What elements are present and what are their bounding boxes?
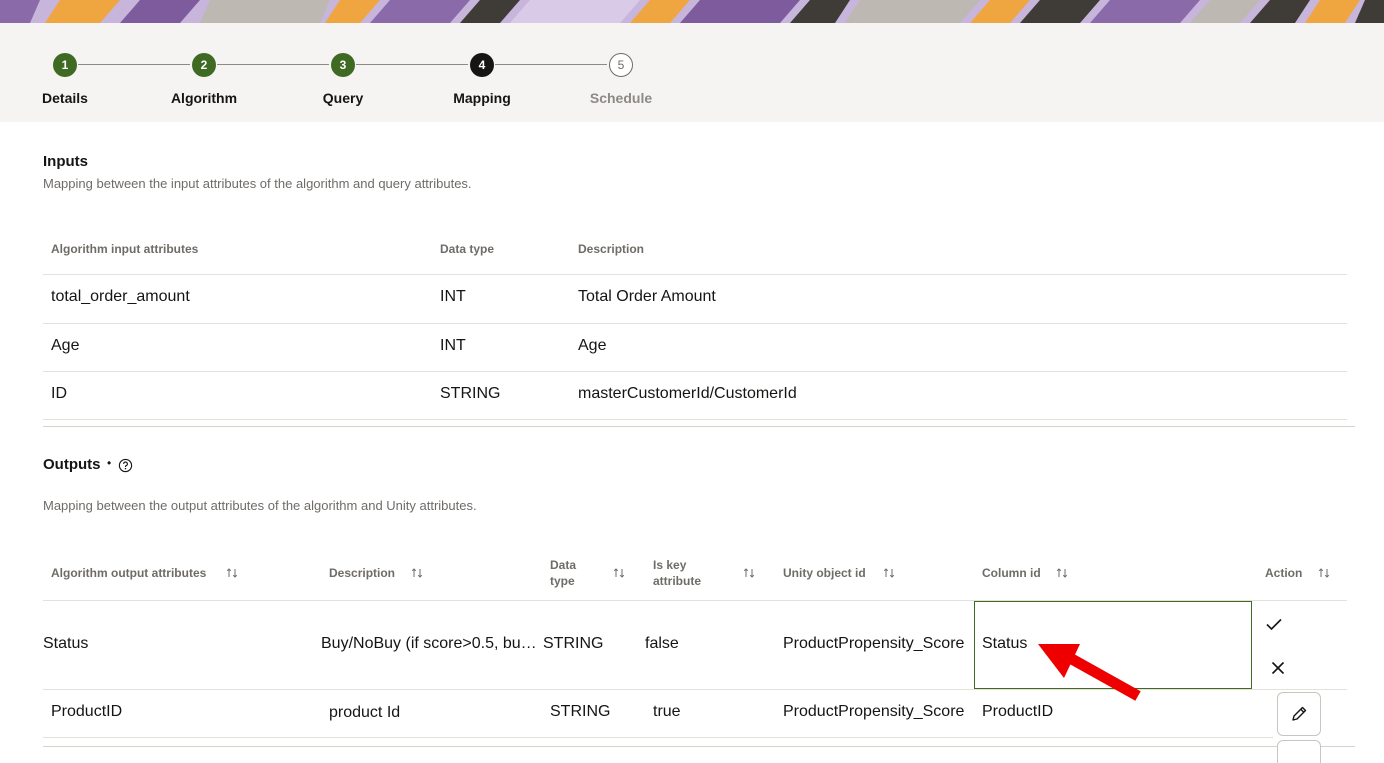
inputs-header-attribute: Algorithm input attributes — [51, 242, 199, 256]
outputs-header-description[interactable]: Description — [329, 565, 395, 581]
step-label-query[interactable]: Query — [283, 90, 403, 106]
annotation-arrow-icon — [1038, 644, 1141, 701]
sort-icon[interactable] — [226, 567, 238, 579]
header-banner — [0, 0, 1384, 23]
inputs-title: Inputs — [43, 153, 88, 170]
step-4-marker[interactable]: 4 — [470, 53, 494, 77]
outputs-header-action[interactable]: Action — [1265, 565, 1302, 581]
outputs-title: Outputs — [43, 456, 101, 473]
section-divider — [43, 426, 1355, 427]
outputs-description: Mapping between the output attributes of… — [43, 498, 477, 513]
edit-row-button[interactable] — [1277, 692, 1321, 736]
outputs-header-column-id[interactable]: Column id — [982, 565, 1041, 581]
output-row-unity-object: ProductPropensity_Score — [783, 703, 965, 720]
input-row-description: masterCustomerId/CustomerId — [578, 385, 797, 402]
step-2-marker[interactable]: 2 — [192, 53, 216, 77]
outputs-header-attribute[interactable]: Algorithm output attributes — [51, 565, 206, 581]
table-divider — [43, 419, 1347, 420]
step-label-details[interactable]: Details — [5, 90, 125, 106]
step-connector — [217, 64, 329, 65]
output-row-datatype: STRING — [543, 635, 604, 652]
header-line: attribute — [653, 574, 701, 588]
input-row-datatype: STRING — [440, 385, 501, 402]
help-circle-icon[interactable] — [118, 458, 133, 473]
step-connector — [495, 64, 607, 65]
banner-pattern — [0, 0, 1384, 23]
close-icon — [1271, 661, 1285, 675]
required-marker: • — [107, 456, 112, 470]
step-5-marker[interactable]: 5 — [609, 53, 633, 77]
step-label-algorithm[interactable]: Algorithm — [144, 90, 264, 106]
confirm-button[interactable] — [1262, 612, 1286, 636]
output-row-description: product Id — [329, 704, 401, 721]
output-row-attribute: ProductID — [51, 703, 123, 720]
sort-icon[interactable] — [1056, 567, 1068, 579]
table-divider — [43, 689, 1347, 690]
next-row-action-button[interactable] — [1277, 740, 1321, 763]
sort-icon[interactable] — [743, 567, 755, 579]
header-line: Is key — [653, 558, 687, 572]
output-row-attribute: Status — [43, 635, 89, 652]
cancel-button[interactable] — [1266, 656, 1290, 680]
sort-icon[interactable] — [411, 567, 423, 579]
step-label-mapping[interactable]: Mapping — [422, 90, 542, 106]
sort-icon[interactable] — [1318, 567, 1330, 579]
progress-train: 1 2 3 4 5 Details Algorithm Query Mappin… — [0, 23, 1384, 122]
input-row-description: Age — [578, 337, 607, 354]
output-row-is-key: false — [645, 635, 679, 652]
input-row-attribute: Age — [51, 337, 80, 354]
header-line: type — [550, 574, 575, 588]
input-row-description: Total Order Amount — [578, 288, 716, 305]
input-row-datatype: INT — [440, 288, 466, 305]
output-row-description: Buy/NoBuy (if score>0.5, bu… — [321, 635, 537, 652]
table-divider — [43, 737, 1273, 738]
step-connector — [356, 64, 468, 65]
table-divider — [43, 371, 1347, 372]
header-line: Data — [550, 558, 577, 572]
inputs-header-datatype: Data type — [440, 242, 495, 256]
step-label-schedule[interactable]: Schedule — [561, 90, 681, 106]
sort-icon[interactable] — [613, 567, 625, 579]
outputs-header-unity-object[interactable]: Unity object id — [783, 565, 866, 581]
output-row-is-key: true — [653, 703, 681, 720]
inputs-header-description: Description — [578, 242, 645, 256]
step-3-marker[interactable]: 3 — [331, 53, 355, 77]
inputs-description: Mapping between the input attributes of … — [43, 176, 472, 191]
sort-icon[interactable] — [883, 567, 895, 579]
input-row-attribute: total_order_amount — [51, 288, 190, 305]
pencil-icon — [1292, 706, 1307, 721]
table-divider — [43, 323, 1347, 324]
section-divider — [43, 746, 1355, 747]
output-row-datatype: STRING — [550, 703, 611, 720]
step-1-marker[interactable]: 1 — [53, 53, 77, 77]
input-row-datatype: INT — [440, 337, 466, 354]
outputs-header-datatype[interactable]: Data type — [550, 557, 576, 589]
check-icon — [1266, 618, 1282, 631]
input-row-attribute: ID — [51, 385, 67, 402]
step-connector — [78, 64, 190, 65]
outputs-header-is-key[interactable]: Is key attribute — [653, 557, 701, 589]
column-id-value[interactable]: Status — [982, 635, 1027, 653]
output-row-unity-object: ProductPropensity_Score — [783, 635, 965, 652]
table-divider — [43, 274, 1347, 275]
